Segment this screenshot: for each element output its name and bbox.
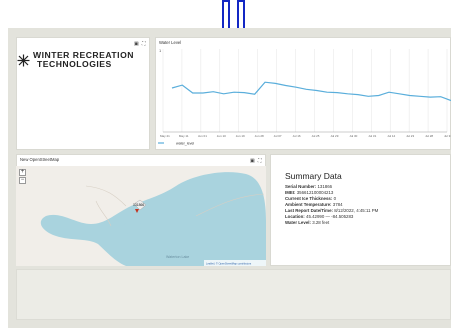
x-tick-label: Jun 10 [217,134,226,138]
summary-row-last-report: Last Report Date/Time: 8/12/2022, 4:45:1… [285,208,379,213]
summary-row-imei: IMEI: 356612100004213 [285,190,334,195]
x-tick-label: Jul 28 [425,134,433,138]
summary-row-location: Location: 45.42990 — -84.505283 [285,214,354,219]
x-tick-label: Jul 31 [368,134,376,138]
x-tick-label: Jul 14 [387,134,395,138]
summary-row-water-level: Water Level: 3.28 feet [285,220,330,225]
x-tick-label: Jun 28 [255,134,264,138]
expand-icon[interactable]: ⛶ [258,159,262,164]
summary-panel: Summary Data Serial Number: 131866 IMEI:… [270,154,451,266]
company-logo: WINTER RECREATION TECHNOLOGIES [17,51,134,69]
map-title: New OpenStreetMap [20,157,60,162]
y-tick-label: 1 [159,48,162,53]
x-axis-ticks: May 21 May 11 Jun 01 Jun 10 Jun 19 Jun 28 Jul … [160,134,451,138]
x-tick-label: Jul 31 [444,134,451,138]
legend-label[interactable]: water_level [176,142,194,146]
x-tick-label: Jul 30 [349,134,357,138]
chart-grid [162,49,448,133]
x-tick-label: Jul 29 [330,134,338,138]
x-tick-label: Jul 25 [311,134,319,138]
summary-row-ice-thickness: Current Ice Thickness: 0 [285,196,337,201]
document-icon[interactable]: ▣ [250,159,255,164]
logo-line-2: TECHNOLOGIES [37,59,112,69]
expand-icon[interactable]: ⛶ [142,42,146,47]
marker-label: 131866 [133,203,144,207]
zoom-out-button[interactable]: − [19,177,26,184]
dashboard: ▣ ⛶ WINTER RECREATION TECHNOLOGIES Water… [0,0,451,328]
zoom-in-button[interactable]: + [19,169,26,176]
x-tick-label: Jul 23 [406,134,414,138]
openstreetmap[interactable]: 131866 Waterton Lake Leaflet | © OpenStr… [16,166,266,266]
snowflake-logo-icon [17,54,30,66]
empty-widget-area [16,269,451,320]
summary-title: Summary Data [285,171,342,181]
summary-row-serial: Serial Number: 131866 [285,184,333,189]
x-tick-label: May 21 [160,134,170,138]
water-level-chart: 1 May 21 May 11 Jun 01 Jun 10 Jun 19 Jun 28 Ju… [158,48,451,146]
summary-row-ambient-temperature: Ambient Temperature: 3784 [285,202,343,207]
x-tick-label: Jul 16 [293,134,301,138]
x-tick-label: Jun 19 [236,134,245,138]
lake-label: Waterton Lake [166,255,189,259]
map-attribution[interactable]: Leaflet | © OpenStreetMap contributors [206,262,252,266]
x-tick-label: Jul 07 [274,134,282,138]
x-tick-label: Jun 01 [198,134,207,138]
x-tick-label: May 11 [179,134,189,138]
document-icon[interactable]: ▣ [134,42,139,47]
